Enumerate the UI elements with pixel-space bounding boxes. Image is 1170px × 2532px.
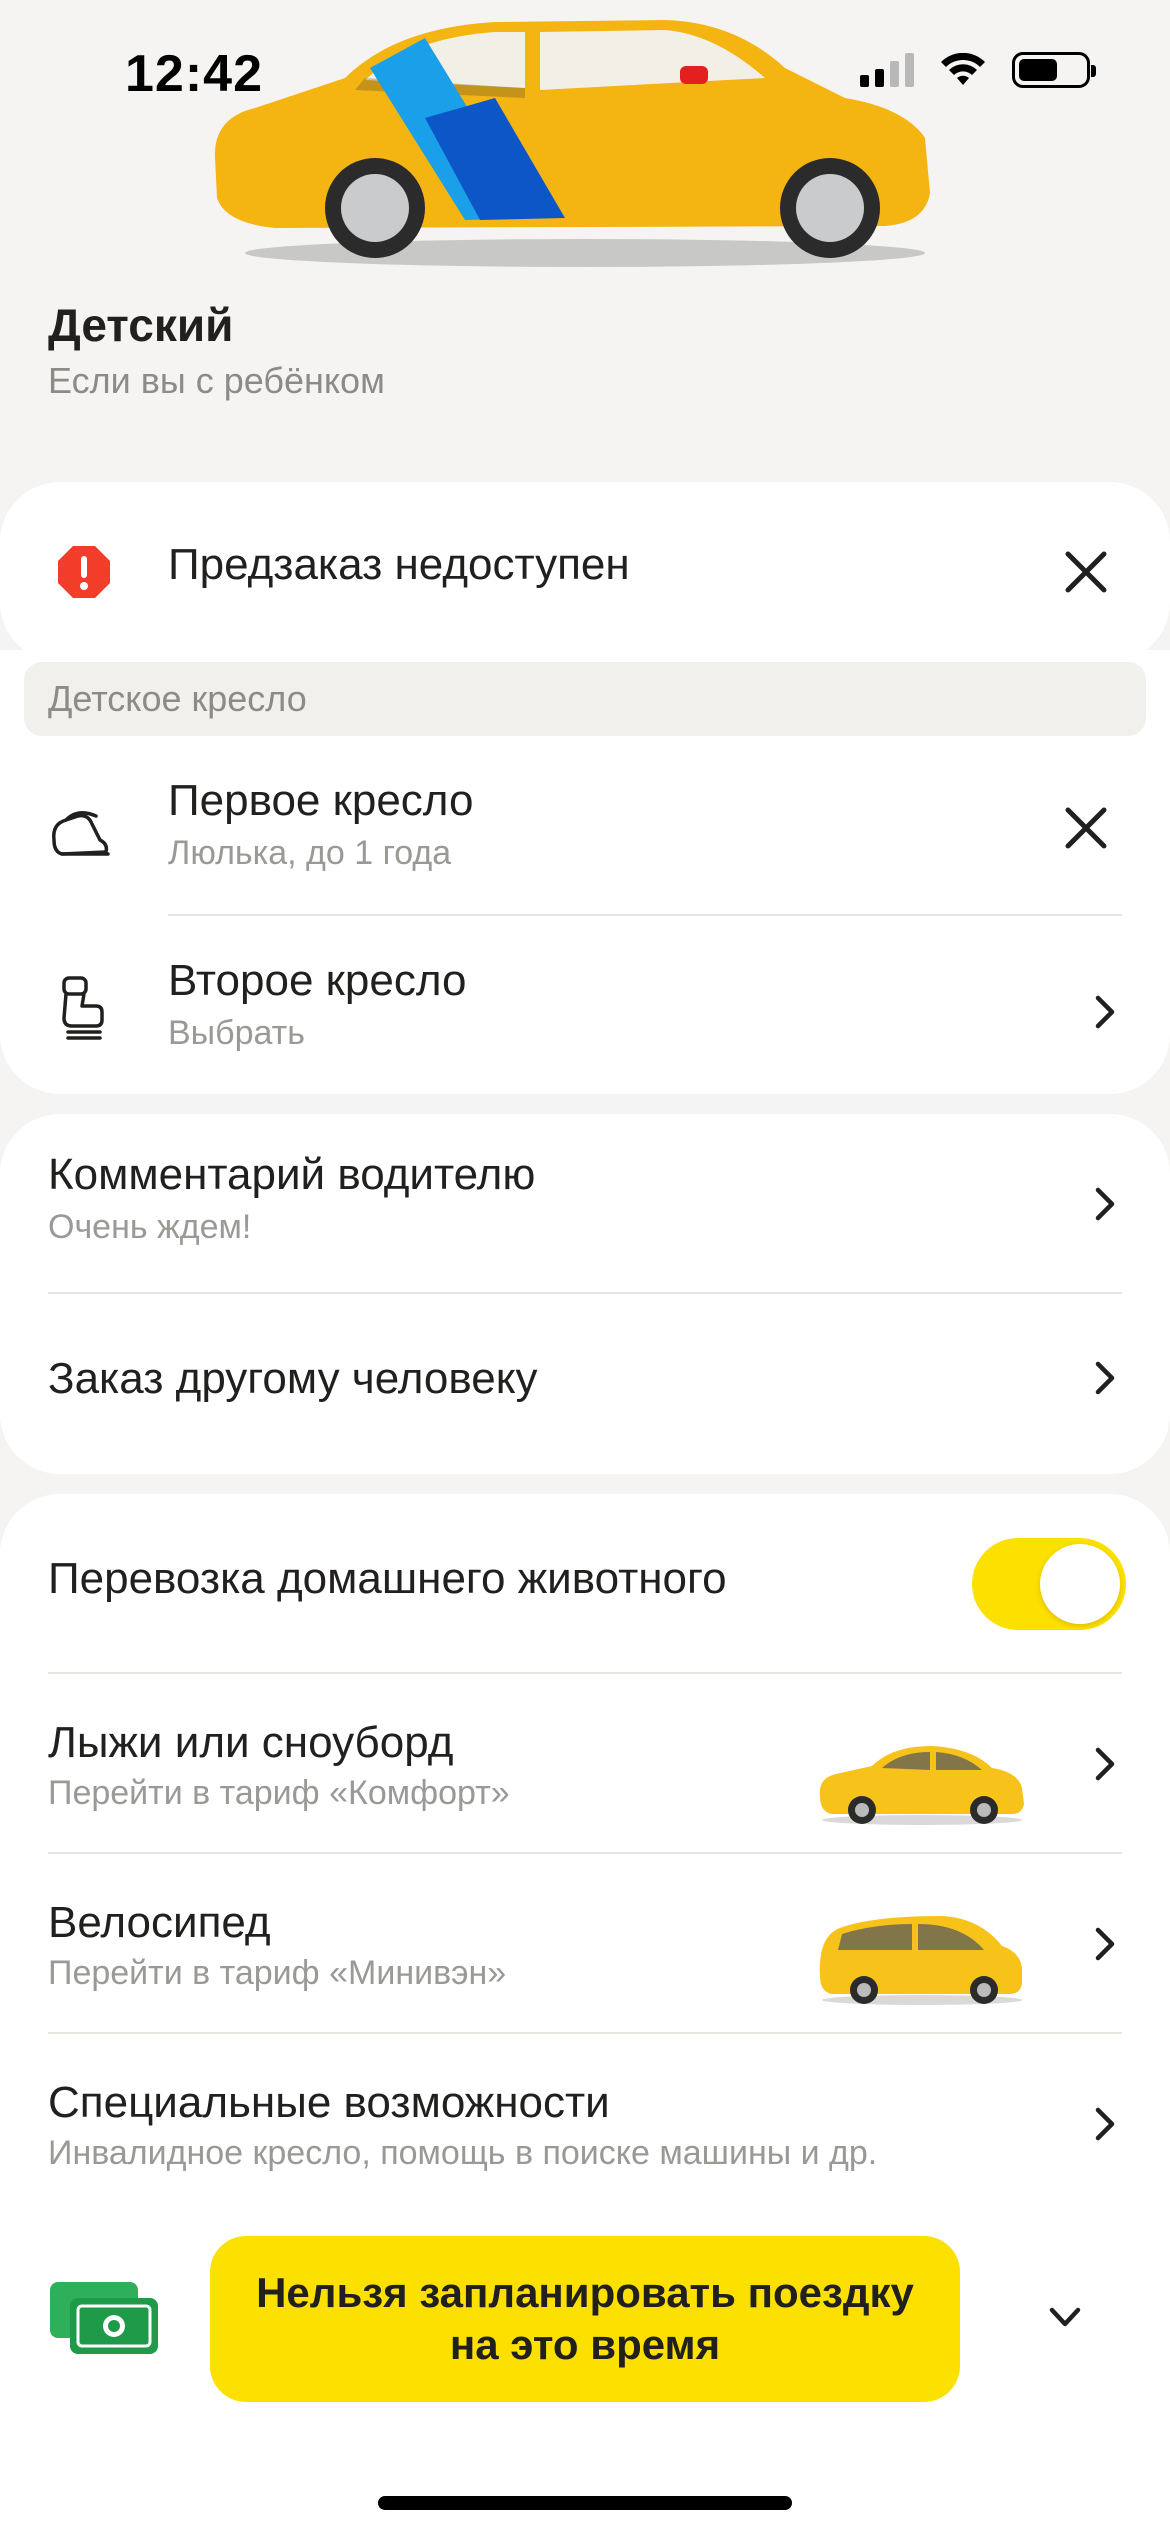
driver-comment-value: Очень ждем!	[48, 1208, 252, 1246]
chevron-right-icon	[1095, 995, 1115, 1029]
section-header-child-seat: Детское кресло	[24, 662, 1146, 736]
first-seat-title: Первое кресло	[168, 776, 474, 825]
first-seat-subtitle: Люлька, до 1 года	[168, 834, 452, 872]
chevron-right-icon	[1095, 1361, 1115, 1395]
accessibility-title: Специальные возможности	[48, 2078, 610, 2127]
child-seat-icon	[62, 976, 104, 1040]
driver-comment-row[interactable]: Комментарий водителю Очень ждем!	[0, 1114, 1170, 1292]
chevron-down-icon[interactable]	[1046, 2302, 1084, 2332]
first-seat-row[interactable]: Первое кресло Люлька, до 1 года	[0, 756, 1170, 916]
wifi-icon	[941, 53, 985, 85]
chevron-right-icon	[1095, 1927, 1115, 1961]
close-icon[interactable]	[1062, 548, 1110, 596]
pet-transport-toggle[interactable]	[972, 1538, 1126, 1630]
cash-icon[interactable]	[48, 2278, 160, 2358]
chevron-right-icon	[1095, 1747, 1115, 1781]
order-for-other-row[interactable]: Заказ другому человеку	[0, 1294, 1170, 1474]
divider	[168, 914, 1122, 916]
accessibility-row[interactable]: Специальные возможности Инвалидное кресл…	[0, 2034, 1170, 2184]
driver-comment-title: Комментарий водителю	[48, 1150, 536, 1199]
minivan-car-icon	[819, 1916, 1022, 2005]
alert-text: Предзаказ недоступен	[168, 540, 630, 589]
ski-snowboard-subtitle: Перейти в тариф «Комфорт»	[48, 1774, 510, 1812]
close-icon[interactable]	[1062, 804, 1110, 852]
preorder-unavailable-card: Предзаказ недоступен	[0, 482, 1170, 662]
battery-icon	[1012, 52, 1096, 88]
infant-carrier-icon	[52, 811, 110, 856]
home-indicator	[378, 2496, 792, 2510]
tariff-subtitle: Если вы с ребёнком	[48, 360, 385, 401]
bicycle-subtitle: Перейти в тариф «Минивэн»	[48, 1954, 507, 1992]
chevron-right-icon	[1095, 2107, 1115, 2141]
second-seat-row[interactable]: Второе кресло Выбрать	[0, 936, 1170, 1096]
bottom-bar: Нельзя запланировать поездку на это врем…	[0, 2180, 1170, 2532]
ski-snowboard-title: Лыжи или сноуборд	[48, 1718, 454, 1767]
order-for-other-title: Заказ другому человеку	[48, 1354, 538, 1403]
status-bar: 12:42	[0, 0, 1170, 140]
warning-octagon-icon	[58, 546, 110, 598]
schedule-unavailable-button[interactable]: Нельзя запланировать поездку на это врем…	[210, 2236, 960, 2402]
second-seat-title: Второе кресло	[168, 956, 467, 1005]
ski-snowboard-row[interactable]: Лыжи или сноуборд Перейти в тариф «Комфо…	[0, 1674, 1170, 1852]
status-icons	[860, 52, 1096, 88]
bicycle-row[interactable]: Велосипед Перейти в тариф «Минивэн»	[0, 1854, 1170, 2032]
pet-transport-row[interactable]: Перевозка домашнего животного	[0, 1494, 1170, 1672]
second-seat-subtitle: Выбрать	[168, 1014, 305, 1052]
sedan-car-icon	[819, 1746, 1024, 1825]
status-time: 12:42	[125, 45, 263, 103]
pet-transport-title: Перевозка домашнего животного	[48, 1554, 727, 1603]
tariff-title: Детский	[48, 299, 234, 351]
accessibility-subtitle: Инвалидное кресло, помощь в поиске машин…	[48, 2134, 878, 2172]
chevron-right-icon	[1095, 1187, 1115, 1221]
bicycle-title: Велосипед	[48, 1898, 271, 1947]
cellular-signal-icon	[860, 53, 914, 87]
